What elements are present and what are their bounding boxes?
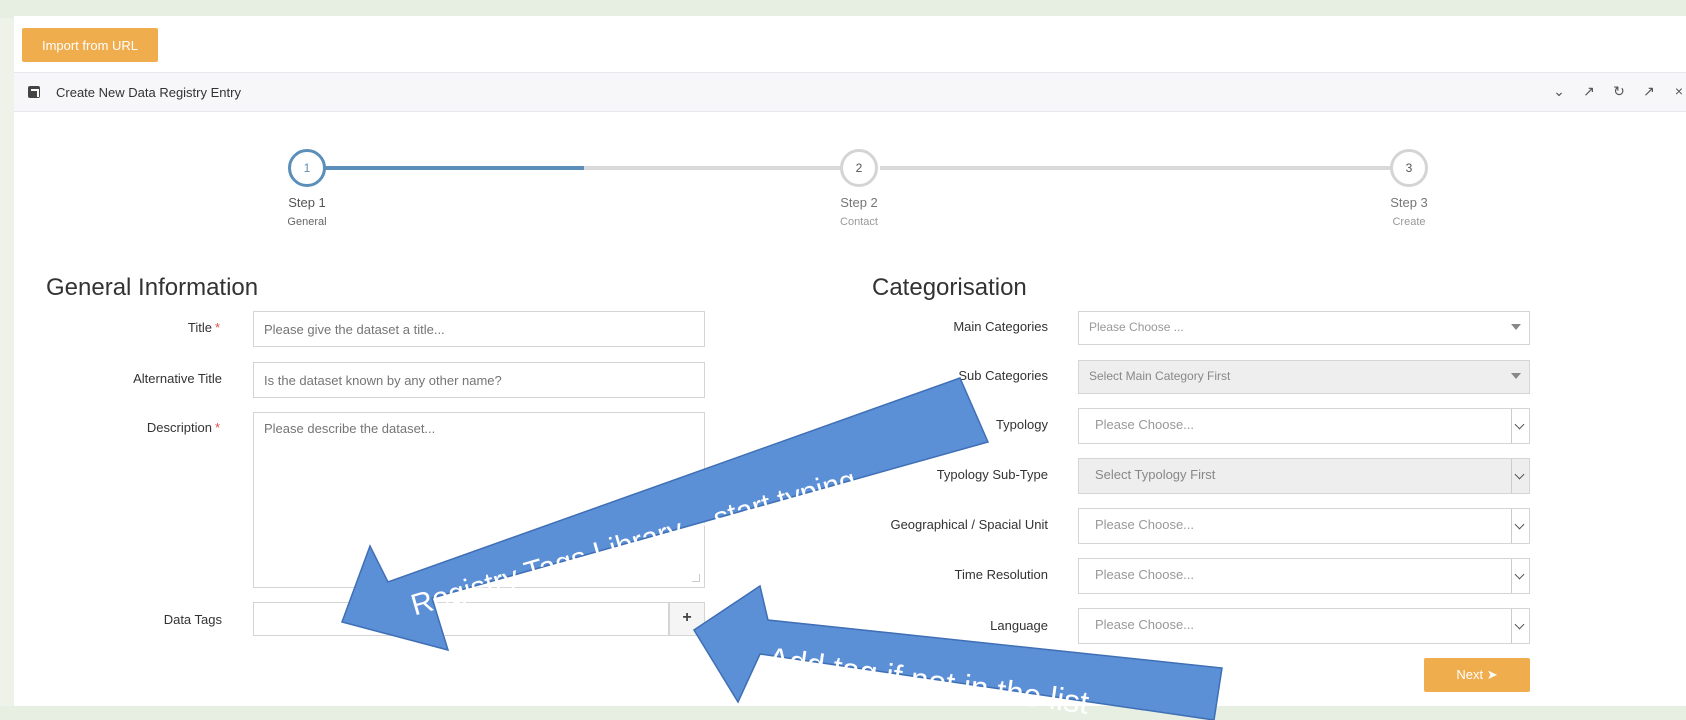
dropdown-arrow-icon: [1511, 373, 1521, 379]
wrench-icon[interactable]: ↗: [1582, 83, 1596, 100]
main-categories-label: Main Categories: [953, 319, 1048, 334]
sub-categories-select[interactable]: Select Main Category First: [1078, 360, 1530, 394]
arrow-right-circle-icon: ➤: [1486, 667, 1498, 682]
title-input[interactable]: [253, 311, 705, 347]
expand-icon[interactable]: ↗: [1642, 83, 1656, 100]
alternative-title-label: Alternative Title: [133, 371, 222, 386]
resize-handle-icon[interactable]: [692, 574, 700, 582]
title-label: Title *: [187, 320, 220, 335]
general-information-heading: General Information: [46, 274, 259, 301]
language-label: Language: [990, 618, 1048, 633]
close-icon[interactable]: ×: [1672, 83, 1686, 100]
next-button[interactable]: Next ➤: [1424, 658, 1530, 692]
step-1-label: Step 1: [288, 195, 326, 210]
refresh-icon[interactable]: ↻: [1612, 83, 1626, 100]
typology-subtype-select[interactable]: Select Typology First: [1078, 458, 1530, 494]
categorisation-heading: Categorisation: [872, 274, 1027, 301]
chevron-down-icon: [1511, 609, 1529, 643]
widget-header: Create New Data Registry Entry ⌄ ↗ ↻ ↗ ×: [14, 72, 1686, 112]
step-progress-line: [324, 166, 584, 170]
typology-subtype-label: Typology Sub-Type: [936, 467, 1048, 482]
step-line-1: [584, 166, 862, 170]
step-2-circle[interactable]: 2: [840, 149, 878, 187]
required-mark: *: [214, 320, 220, 335]
step-3-sub: Create: [1392, 216, 1426, 228]
step-3-circle[interactable]: 3: [1390, 149, 1428, 187]
time-resolution-select[interactable]: Please Choose...: [1078, 558, 1530, 594]
geographical-unit-label: Geographical / Spacial Unit: [890, 517, 1048, 532]
geographical-unit-select[interactable]: Please Choose...: [1078, 508, 1530, 544]
data-tags-input[interactable]: [253, 602, 669, 636]
widget-toolbar: ⌄ ↗ ↻ ↗ ×: [1552, 83, 1686, 100]
chevron-down-icon: [1511, 459, 1529, 493]
required-mark: *: [214, 420, 220, 435]
step-line-2: [880, 166, 1392, 170]
step-1-circle[interactable]: 1: [288, 149, 326, 187]
step-1-sub: General: [287, 216, 327, 228]
description-label: Description *: [146, 420, 220, 435]
chevron-down-icon[interactable]: ⌄: [1552, 83, 1566, 100]
time-resolution-label: Time Resolution: [954, 567, 1048, 582]
chevron-down-icon: [1511, 509, 1529, 543]
widget-title: Create New Data Registry Entry: [56, 85, 241, 100]
language-select[interactable]: Please Choose...: [1078, 608, 1530, 644]
page-background-bottom: [0, 706, 1686, 720]
sub-categories-label: Sub Categories: [958, 368, 1048, 383]
step-3-label: Step 3: [1390, 195, 1428, 210]
chevron-down-icon: [1511, 559, 1529, 593]
data-tags-label: Data Tags: [163, 612, 222, 627]
typology-select[interactable]: Please Choose...: [1078, 408, 1530, 444]
dropdown-arrow-icon: [1511, 324, 1521, 330]
external-link-icon: [28, 86, 40, 98]
chevron-down-icon: [1511, 409, 1529, 443]
typology-label: Typology: [995, 417, 1048, 432]
main-categories-select[interactable]: Please Choose ...: [1078, 311, 1530, 345]
step-2-label: Step 2: [840, 195, 878, 210]
step-2-sub: Contact: [840, 216, 878, 228]
description-textarea[interactable]: [253, 412, 705, 588]
add-tag-button[interactable]: +: [669, 602, 705, 636]
import-from-url-button[interactable]: Import from URL: [22, 28, 158, 62]
alternative-title-input[interactable]: [253, 362, 705, 398]
